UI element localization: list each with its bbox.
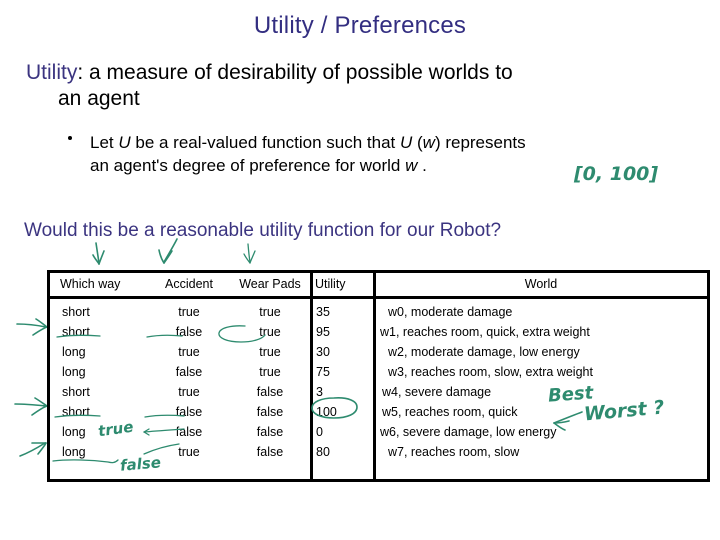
cell-world: w2, moderate damage, low energy [388, 345, 580, 359]
ink-arrow-right-row2 [16, 318, 50, 340]
cell-wear-pads: false [256, 405, 284, 419]
cell-wear-pads: true [259, 345, 281, 359]
table-row: short true false 3 w4, severe damage [50, 385, 707, 405]
ink-arrow-down-wear-pads [240, 243, 264, 267]
definition-rest: : a measure of desirability of possible … [77, 61, 513, 84]
bullet-var-u1: U [118, 133, 131, 152]
cell-accident: true [178, 385, 200, 399]
cell-utility: 95 [316, 325, 330, 339]
cell-wear-pads: false [256, 425, 284, 439]
cell-wear-pads: false [256, 385, 284, 399]
column-header-world: World [524, 277, 558, 291]
cell-utility: 75 [316, 365, 330, 379]
table-row: short true true 35 w0, moderate damage [50, 305, 707, 325]
ink-arrow-right-row8 [18, 440, 50, 464]
bullet-var-w1: w [422, 133, 435, 152]
bullet-var-w2: w [405, 156, 418, 175]
column-header-accident: Accident [165, 277, 213, 291]
cell-utility: 0 [316, 425, 323, 439]
bullet-seg-3: ( [412, 133, 423, 152]
cell-world: w1, reaches room, quick, extra weight [380, 325, 590, 339]
cell-utility: 3 [316, 385, 323, 399]
table-row: long false true 75 w3, reaches room, slo… [50, 365, 707, 385]
table-row: short false false 100 w5, reaches room, … [50, 405, 707, 425]
cell-world: w5, reaches room, quick [382, 405, 518, 419]
column-header-utility: Utility [315, 277, 346, 291]
cell-utility: 30 [316, 345, 330, 359]
table-header-row: Which way Accident Wear Pads Utility Wor… [50, 273, 707, 299]
cell-accident: true [178, 345, 200, 359]
bullet-dot-icon [68, 136, 72, 140]
column-header-wear-pads: Wear Pads [239, 277, 301, 291]
slide-canvas: Utility / Preferences Utility: a measure… [0, 0, 720, 540]
definition-paragraph: Utility: a measure of desirability of po… [26, 60, 698, 112]
bullet-text: Let U be a real-valued function such tha… [90, 131, 716, 177]
cell-which-way: short [62, 385, 90, 399]
cell-which-way: short [62, 325, 90, 339]
cell-world: w0, moderate damage [388, 305, 513, 319]
table-body: short true true 35 w0, moderate damage s… [50, 299, 707, 482]
cell-accident: false [175, 325, 203, 339]
cell-world: w4, severe damage [382, 385, 492, 399]
cell-utility: 35 [316, 305, 330, 319]
definition-line2: an agent [58, 87, 140, 110]
cell-accident: false [175, 405, 203, 419]
bullet-var-u2: U [399, 133, 413, 152]
cell-utility: 80 [316, 445, 330, 459]
bullet-seg-2: be a real-valued function such that [130, 133, 400, 152]
cell-world: w7, reaches room, slow [388, 445, 520, 459]
bullet-line2: an agent's degree of preference for worl… [90, 154, 716, 177]
question-line: Would this be a reasonable utility funct… [24, 220, 502, 241]
cell-which-way: long [62, 345, 86, 359]
bullet-item: Let U be a real-valued function such tha… [68, 131, 716, 177]
cell-which-way: long [62, 445, 86, 459]
cell-wear-pads: true [259, 365, 281, 379]
ink-arrow-down-accident [155, 238, 185, 268]
utility-table: Which way Accident Wear Pads Utility Wor… [47, 270, 710, 482]
bullet-seg-1: Let [90, 133, 119, 152]
bullet-seg-6: . [417, 156, 427, 175]
cell-wear-pads: true [259, 305, 281, 319]
cell-accident: false [175, 365, 203, 379]
cell-which-way: short [62, 405, 90, 419]
bullet-seg-4: ) represents [434, 133, 526, 152]
table-row: short false true 95 w1, reaches room, qu… [50, 325, 707, 345]
page-title: Utility / Preferences [253, 12, 467, 39]
column-header-which-way: Which way [60, 277, 121, 291]
column-divider-utility [310, 273, 313, 296]
cell-wear-pads: true [259, 325, 281, 339]
definition-keyword: Utility [26, 61, 78, 84]
cell-world: w6, severe damage, low energy [380, 425, 557, 439]
bullet-seg-5: an agent's degree of preference for worl… [90, 156, 406, 175]
cell-wear-pads: false [256, 445, 284, 459]
cell-which-way: short [62, 305, 90, 319]
table-row: long true true 30 w2, moderate damage, l… [50, 345, 707, 365]
cell-accident: true [178, 305, 200, 319]
ink-arrow-right-row6 [14, 397, 50, 419]
table-row: long true false 80 w7, reaches room, slo… [50, 445, 707, 465]
cell-accident: false [175, 425, 203, 439]
ink-arrow-down-which-way [88, 242, 114, 268]
cell-which-way: long [62, 425, 86, 439]
cell-which-way: long [62, 365, 86, 379]
table-row: long false false 0 w6, severe damage, lo… [50, 425, 707, 445]
cell-accident: true [178, 445, 200, 459]
cell-utility: 100 [316, 405, 337, 419]
cell-world: w3, reaches room, slow, extra weight [388, 365, 593, 379]
